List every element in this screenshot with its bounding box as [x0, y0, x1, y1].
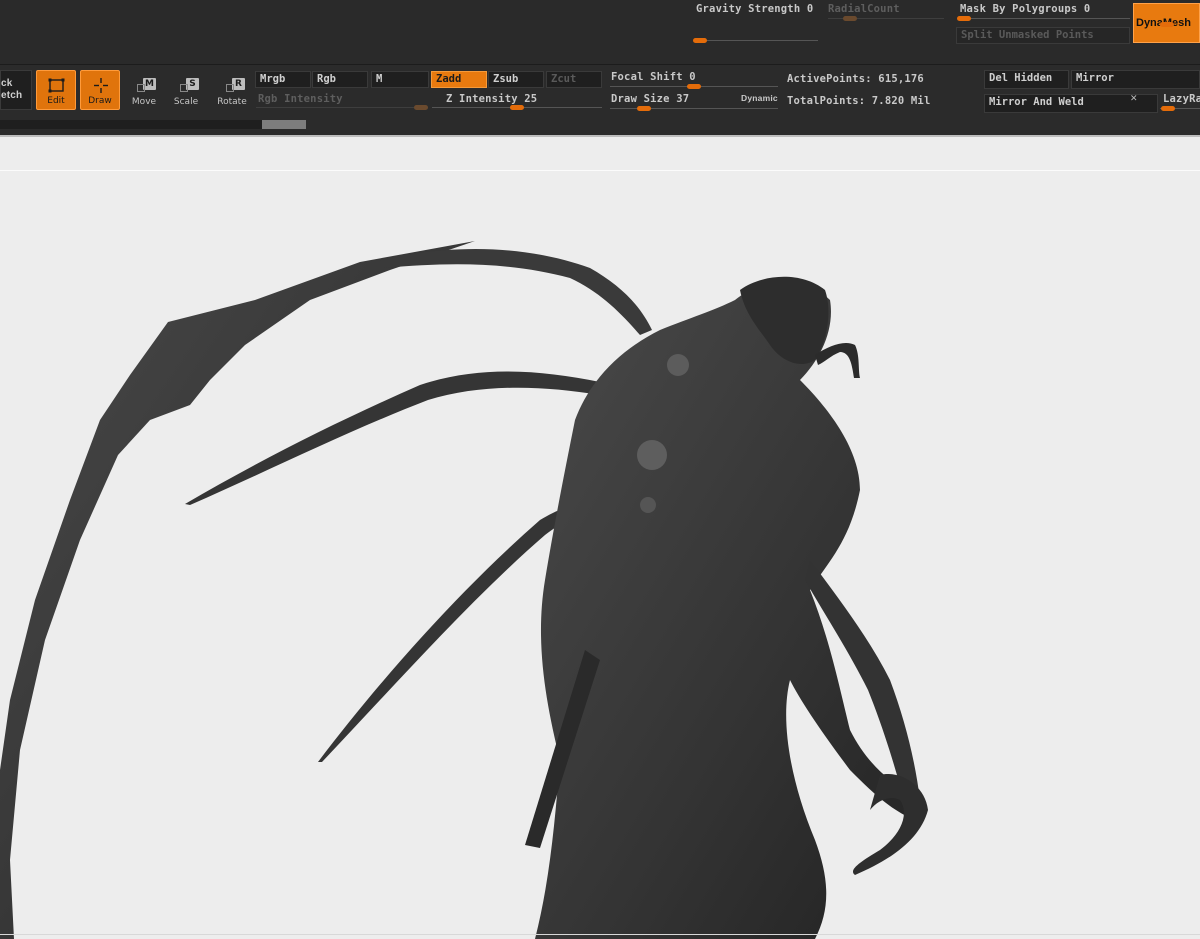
- document-canvas[interactable]: [0, 137, 1200, 939]
- move-button-label: Move: [131, 97, 157, 107]
- creature-torso: [535, 281, 925, 939]
- spine-orb-upper: [667, 354, 689, 376]
- tool-tab-strip-active[interactable]: [262, 120, 306, 129]
- edit-button[interactable]: Edit: [36, 70, 76, 110]
- z-intensity-slider-knob[interactable]: [510, 105, 524, 110]
- move-box-icon: [137, 84, 145, 92]
- partial-label-line1: ck: [1, 78, 13, 89]
- radial-count-slider-knob[interactable]: [843, 16, 857, 21]
- radial-count-label: RadialCount: [828, 3, 900, 15]
- middle-tendril: [185, 371, 600, 505]
- mask-by-polygroups-slider[interactable]: [958, 18, 1130, 19]
- giant-claw-limb: [0, 241, 475, 939]
- gravity-strength-slider[interactable]: [694, 40, 818, 41]
- dynamesh-resolution-knob[interactable]: [1160, 22, 1174, 27]
- focal-shift-slider-knob[interactable]: [687, 84, 701, 89]
- partial-label-line2: etch: [1, 90, 23, 101]
- canvas-bottom-line: [0, 934, 1200, 935]
- tool-tab-strip[interactable]: [0, 120, 262, 129]
- zcut-button[interactable]: Zcut: [546, 71, 602, 88]
- zsub-button[interactable]: Zsub: [488, 71, 544, 88]
- gravity-strength-slider-label: Gravity Strength 0: [696, 3, 814, 15]
- top-toolbar: Gravity Strength 0 RadialCount Mask By P…: [0, 0, 1200, 137]
- draw-size-slider[interactable]: [610, 108, 778, 109]
- edit-icon: [48, 78, 65, 93]
- lazy-radius-slider-knob[interactable]: [1161, 106, 1175, 111]
- z-intensity-label: Z Intensity 25: [446, 93, 538, 105]
- split-unmasked-points-button[interactable]: Split Unmasked Points: [956, 27, 1130, 44]
- dynamic-toggle[interactable]: Dynamic: [741, 93, 778, 103]
- creature-sculpt-render[interactable]: [0, 137, 1200, 939]
- scale-button[interactable]: S Scale: [166, 70, 206, 110]
- mask-by-polygroups-label: Mask By Polygroups 0: [960, 3, 1091, 15]
- focal-shift-label: Focal Shift 0: [611, 71, 696, 83]
- move-button[interactable]: M Move: [124, 70, 164, 110]
- draw-size-label: Draw Size 37: [611, 93, 690, 105]
- mask-by-polygroups-slider-knob[interactable]: [957, 16, 971, 21]
- m-button[interactable]: M: [371, 71, 429, 88]
- scale-button-label: Scale: [173, 97, 199, 107]
- mirror-axis-x-icon[interactable]: ✕: [1130, 94, 1138, 104]
- sketch-button-partial[interactable]: ck etch: [0, 70, 32, 110]
- rgb-intensity-label: Rgb Intensity: [258, 93, 343, 105]
- rgb-intensity-slider-knob[interactable]: [414, 105, 428, 110]
- rotate-box-icon: [226, 84, 234, 92]
- rotate-button-label: Rotate: [217, 97, 247, 107]
- total-points-readout: TotalPoints: 7.820 Mil: [787, 95, 931, 107]
- mrgb-button[interactable]: Mrgb: [255, 71, 311, 88]
- toolbar-separator: [0, 64, 1200, 65]
- rgb-intensity-slider[interactable]: [256, 107, 428, 108]
- draw-button-label: Draw: [88, 96, 112, 106]
- claw-hand: [852, 774, 928, 875]
- scale-box-icon: [180, 84, 188, 92]
- edit-button-label: Edit: [47, 96, 65, 106]
- rotate-button[interactable]: R Rotate: [212, 70, 252, 110]
- spine-orb-middle: [637, 440, 667, 470]
- upper-tendril: [380, 248, 652, 335]
- gravity-strength-slider-knob[interactable]: [693, 38, 707, 43]
- rgb-button[interactable]: Rgb: [312, 71, 368, 88]
- mirror-button[interactable]: Mirror: [1071, 70, 1200, 89]
- draw-icon: [94, 78, 108, 93]
- del-hidden-button[interactable]: Del Hidden: [984, 70, 1069, 89]
- spine-orb-lower: [640, 497, 656, 513]
- draw-button[interactable]: Draw: [80, 70, 120, 110]
- draw-size-slider-knob[interactable]: [637, 106, 651, 111]
- lazy-radius-label: LazyRa: [1163, 93, 1200, 105]
- active-points-readout: ActivePoints: 615,176: [787, 73, 924, 85]
- zadd-button[interactable]: Zadd: [431, 71, 487, 88]
